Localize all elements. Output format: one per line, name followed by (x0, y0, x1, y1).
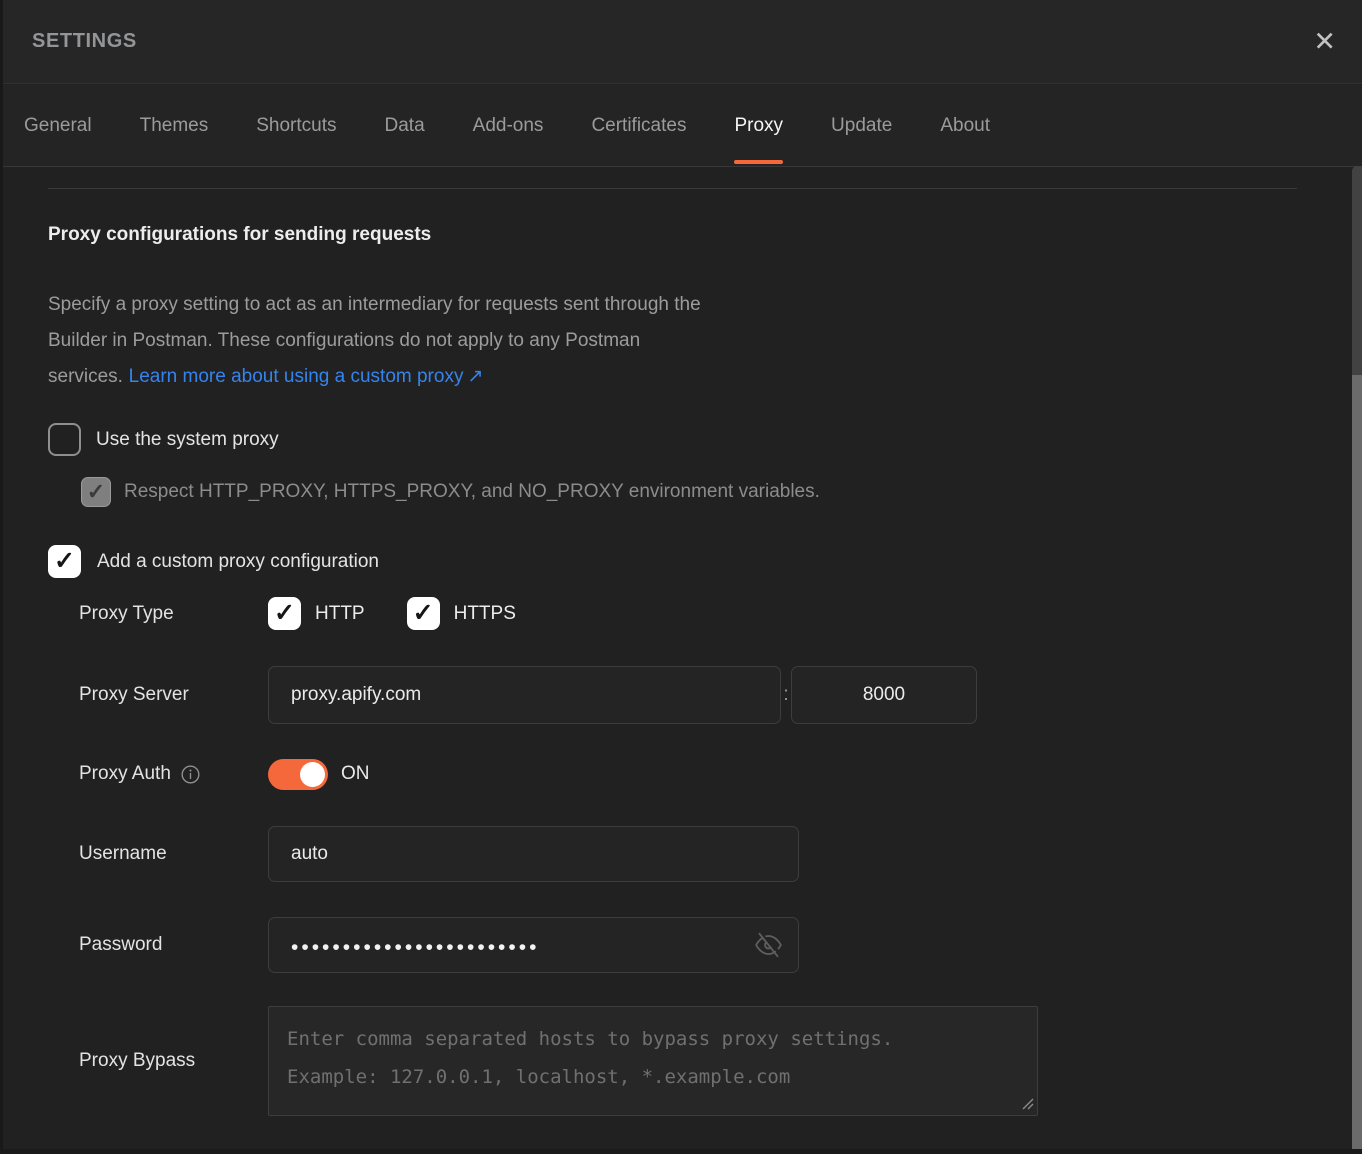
username-input[interactable] (268, 826, 799, 882)
close-icon[interactable]: ✕ (1309, 24, 1340, 59)
proxy-bypass-textarea[interactable] (268, 1006, 1038, 1116)
tab-label: Proxy (734, 115, 783, 137)
use-system-proxy-label: Use the system proxy (96, 429, 279, 451)
section-heading: Proxy configurations for sending request… (48, 224, 431, 246)
description-line: Specify a proxy setting to act as an int… (48, 294, 701, 315)
proxy-type-row: Proxy Type ✓ HTTP ✓ HTTPS (79, 597, 516, 630)
window-bottom-edge (0, 1149, 1362, 1154)
tab-about[interactable]: About (940, 85, 990, 166)
scrollbar-thumb[interactable] (1352, 375, 1362, 1154)
check-icon: ✓ (54, 549, 75, 574)
custom-proxy-checkbox[interactable]: ✓ (48, 545, 81, 578)
proxy-auth-label: Proxy Auth (79, 763, 171, 785)
settings-tabbar: General Themes Shortcuts Data Add-ons Ce… (0, 85, 1362, 167)
tab-themes[interactable]: Themes (140, 85, 209, 166)
respect-env-row: ✓ Respect HTTP_PROXY, HTTPS_PROXY, and N… (81, 477, 820, 507)
scrollbar-track[interactable] (1352, 166, 1362, 375)
host-port-separator: : (782, 684, 790, 706)
proxy-server-row: Proxy Server : (79, 666, 977, 724)
tab-general[interactable]: General (24, 85, 92, 166)
tab-proxy[interactable]: Proxy (734, 85, 783, 166)
active-tab-indicator (734, 160, 783, 164)
tab-label: Data (385, 115, 425, 137)
tab-addons[interactable]: Add-ons (473, 85, 544, 166)
check-icon: ✓ (413, 601, 434, 626)
proxy-auth-state: ON (341, 763, 370, 785)
password-row: Password •••••••••••••••••••••••• (79, 917, 799, 973)
tab-label: General (24, 115, 92, 137)
tab-label: About (940, 115, 990, 137)
dialog-header: SETTINGS ✕ (0, 0, 1362, 84)
password-input[interactable]: •••••••••••••••••••••••• (268, 917, 799, 973)
username-label: Username (79, 843, 268, 865)
proxy-auth-row: Proxy Auth ON (79, 757, 370, 791)
tab-label: Themes (140, 115, 209, 137)
proxy-port-input[interactable] (791, 666, 977, 724)
proxy-host-input[interactable] (268, 666, 781, 724)
check-icon: ✓ (274, 601, 295, 626)
proxy-server-label: Proxy Server (79, 684, 268, 706)
password-label: Password (79, 934, 268, 956)
custom-proxy-label: Add a custom proxy configuration (97, 551, 379, 573)
respect-env-checkbox: ✓ (81, 477, 111, 507)
learn-more-link[interactable]: Learn more about using a custom proxy↗ (129, 366, 484, 387)
tab-label: Update (831, 115, 892, 137)
custom-proxy-row: ✓ Add a custom proxy configuration (48, 545, 379, 578)
tab-update[interactable]: Update (831, 85, 892, 166)
proxy-bypass-row: Proxy Bypass (79, 1006, 1038, 1116)
tab-label: Certificates (591, 115, 686, 137)
password-masked-value: •••••••••••••••••••••••• (291, 933, 539, 958)
toggle-knob (300, 762, 325, 787)
section-description: Specify a proxy setting to act as an int… (48, 287, 701, 395)
window-left-edge (0, 0, 3, 1154)
proxy-type-label: Proxy Type (79, 603, 268, 625)
proxy-bypass-field (268, 1006, 1038, 1116)
system-proxy-row: Use the system proxy (48, 423, 279, 456)
external-link-arrow-icon: ↗ (467, 366, 483, 387)
tab-shortcuts[interactable]: Shortcuts (256, 85, 336, 166)
info-icon[interactable] (180, 764, 201, 785)
https-label: HTTPS (454, 603, 516, 625)
http-checkbox[interactable]: ✓ (268, 597, 301, 630)
tab-label: Add-ons (473, 115, 544, 137)
dialog-title: SETTINGS (32, 30, 137, 53)
username-row: Username (79, 826, 799, 882)
description-line: services. (48, 366, 123, 387)
divider (48, 188, 1297, 189)
toggle-password-visibility-icon[interactable] (755, 932, 782, 959)
check-icon: ✓ (87, 481, 105, 503)
tab-data[interactable]: Data (385, 85, 425, 166)
respect-env-label: Respect HTTP_PROXY, HTTPS_PROXY, and NO_… (124, 481, 820, 503)
settings-dialog: SETTINGS ✕ General Themes Shortcuts Data… (0, 0, 1362, 1154)
proxy-auth-toggle[interactable] (268, 759, 328, 790)
proxy-bypass-label: Proxy Bypass (79, 1050, 268, 1072)
use-system-proxy-checkbox[interactable] (48, 423, 81, 456)
proxy-settings-panel: Proxy configurations for sending request… (0, 167, 1362, 1154)
tab-label: Shortcuts (256, 115, 336, 137)
http-label: HTTP (315, 603, 365, 625)
tab-certificates[interactable]: Certificates (591, 85, 686, 166)
https-checkbox[interactable]: ✓ (407, 597, 440, 630)
description-line: Builder in Postman. These configurations… (48, 330, 640, 351)
